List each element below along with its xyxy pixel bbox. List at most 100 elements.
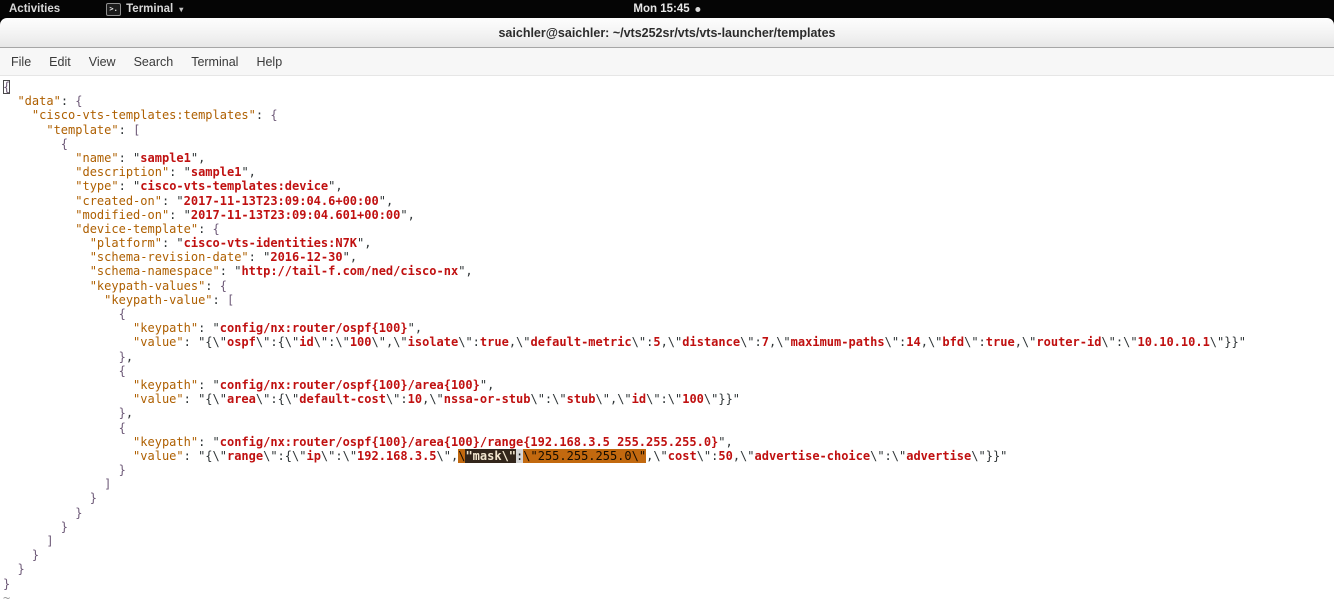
menu-item-help[interactable]: Help xyxy=(247,52,291,72)
code-segment: ", xyxy=(479,377,495,392)
code-segment: } xyxy=(118,406,126,421)
code-segment: : " xyxy=(161,236,184,251)
code-segment: ,\" xyxy=(920,335,943,350)
code-segment: nssa-or-stub xyxy=(443,392,531,407)
code-segment: } xyxy=(17,562,25,577)
code-segment: : "{\" xyxy=(183,335,227,350)
code-segment: , xyxy=(125,406,134,421)
code-segment: isolate xyxy=(407,335,459,350)
clock-button[interactable]: Mon 15:45 xyxy=(633,3,701,15)
code-segment: { xyxy=(118,363,126,378)
terminal-line: { xyxy=(3,137,1334,151)
terminal-line: "name": "sample1", xyxy=(3,151,1334,165)
code-segment: "keypath" xyxy=(133,434,199,449)
selection-highlight: \"255.255.255.0\" xyxy=(523,448,647,463)
window-frame: saichler@saichler: ~/vts252sr/vts/vts-la… xyxy=(0,18,1334,48)
window-titlebar[interactable]: saichler@saichler: ~/vts252sr/vts/vts-la… xyxy=(0,18,1334,48)
code-segment: 100 xyxy=(682,392,704,407)
code-segment: 5 xyxy=(653,335,661,350)
code-segment: \":\" xyxy=(870,448,907,463)
code-segment: ,\" xyxy=(646,448,668,463)
code-segment: ", xyxy=(378,193,394,208)
code-segment: } xyxy=(89,491,97,506)
code-segment: { xyxy=(212,221,220,236)
code-segment: "data" xyxy=(17,94,61,109)
code-segment: bfd xyxy=(942,335,965,350)
code-segment: "platform" xyxy=(89,236,162,251)
terminal-line: "keypath-value": [ xyxy=(3,293,1334,307)
code-segment: : "{\" xyxy=(183,448,227,463)
code-segment: : " xyxy=(118,179,141,194)
terminal-content[interactable]: { "data": { "cisco-vts-templates:templat… xyxy=(0,76,1334,599)
code-segment: distance xyxy=(682,335,741,350)
code-segment: , xyxy=(125,349,134,364)
terminal-line: } xyxy=(3,562,1334,576)
code-segment: } xyxy=(60,519,69,534)
terminal-line: { xyxy=(3,364,1334,378)
code-segment: "device-template" xyxy=(75,221,199,236)
code-segment: \"}}" xyxy=(703,392,741,407)
terminal-line: "description": "sample1", xyxy=(3,165,1334,179)
app-menu-label: Terminal xyxy=(126,3,174,15)
code-segment: : " xyxy=(198,434,220,449)
menu-item-file[interactable]: File xyxy=(2,52,40,72)
terminal-line: ] xyxy=(3,534,1334,548)
menu-item-terminal[interactable]: Terminal xyxy=(182,52,247,72)
code-segment: cisco-vts-templates:device xyxy=(140,179,329,194)
terminal-line: }, xyxy=(3,406,1334,420)
terminal-cursor: { xyxy=(3,80,11,94)
code-segment: : " xyxy=(198,377,220,392)
code-segment: http://tail-f.com/ned/cisco-nx xyxy=(241,264,459,279)
code-segment: maximum-paths xyxy=(790,335,885,350)
notification-dot-icon xyxy=(695,6,701,12)
code-segment: ", xyxy=(328,179,343,194)
code-segment: \": xyxy=(458,335,480,350)
code-segment: 100 xyxy=(349,335,372,350)
code-segment: id xyxy=(299,335,314,350)
code-segment: ", xyxy=(357,236,372,251)
code-segment: range xyxy=(226,448,264,463)
menu-item-edit[interactable]: Edit xyxy=(40,52,80,72)
terminal-line: } xyxy=(3,577,1334,591)
code-segment: "value" xyxy=(133,335,184,350)
code-segment: : xyxy=(205,278,220,293)
terminal-line: } xyxy=(3,506,1334,520)
code-segment: ,\" xyxy=(732,448,755,463)
terminal-line: } xyxy=(3,548,1334,562)
gnome-top-bar: Activities >. Terminal ▾ Mon 15:45 xyxy=(0,0,1334,18)
code-segment: ", xyxy=(190,150,206,165)
terminal-line: "device-template": { xyxy=(3,222,1334,236)
menu-item-view[interactable]: View xyxy=(80,52,125,72)
search-match-highlight: "mask\" xyxy=(465,448,517,463)
terminal-line: "type": "cisco-vts-templates:device", xyxy=(3,179,1334,193)
menu-item-search[interactable]: Search xyxy=(125,52,183,72)
code-segment: 2017-11-13T23:09:04.601+00:00 xyxy=(190,207,401,222)
app-menu-button[interactable]: >. Terminal ▾ xyxy=(97,2,192,16)
code-segment: { xyxy=(219,278,227,293)
code-segment: 2016-12-30 xyxy=(270,250,343,265)
code-segment: "keypath-values" xyxy=(89,278,206,293)
code-segment: 50 xyxy=(718,448,733,463)
terminal-line: { xyxy=(3,421,1334,435)
code-segment: \":{\" xyxy=(255,335,300,350)
code-segment: true xyxy=(479,335,509,350)
activities-button[interactable]: Activities xyxy=(0,3,69,15)
code-segment: : xyxy=(198,221,213,236)
terminal-line: "template": [ xyxy=(3,123,1334,137)
code-segment: : " xyxy=(219,264,242,279)
screen: Activities >. Terminal ▾ Mon 15:45 saich… xyxy=(0,0,1334,599)
